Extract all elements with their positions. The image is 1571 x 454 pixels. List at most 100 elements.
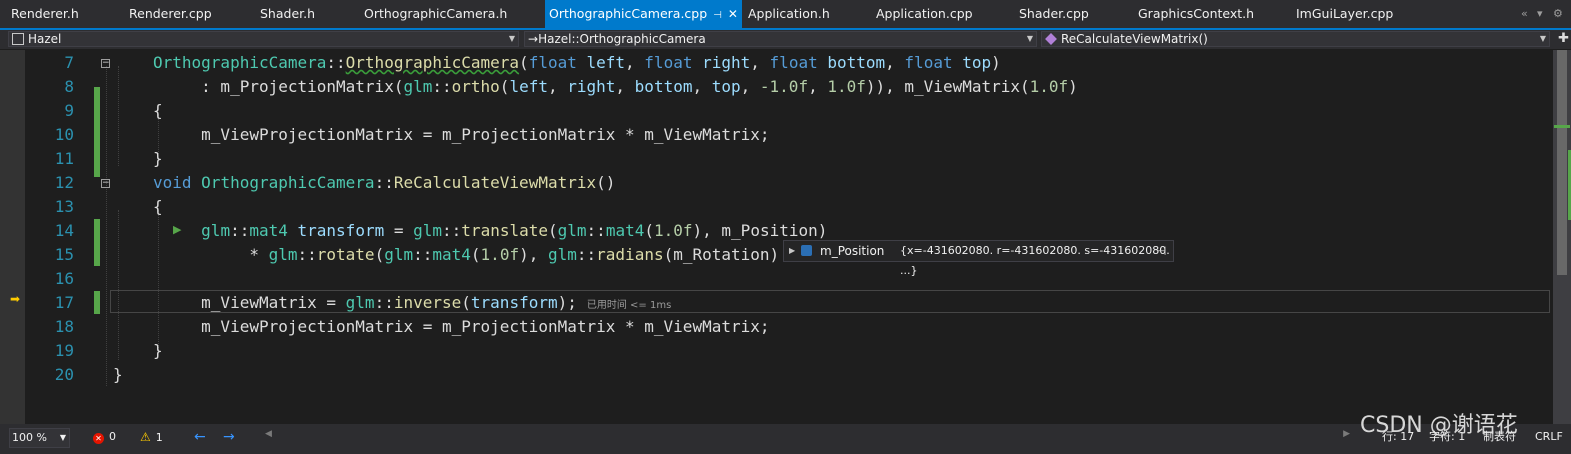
warnings-indicator[interactable]: ⚠ 1 xyxy=(140,428,163,446)
line-number: 17 xyxy=(54,293,74,312)
code-line-current: 17 m_ViewMatrix = glm::inverse(transform… xyxy=(0,291,1553,315)
navigate-back-button[interactable]: ← xyxy=(194,428,206,446)
tab-renderer-h[interactable]: Renderer.h xyxy=(11,0,79,28)
line-number: 20 xyxy=(54,365,74,384)
tab-label: GraphicsContext.h xyxy=(1138,6,1255,21)
code-line: 18 m_ViewProjectionMatrix = m_Projection… xyxy=(0,315,1553,339)
perf-tip[interactable]: 已用时间 <= 1ms xyxy=(587,300,671,311)
code-text: : m_ProjectionMatrix(glm::ortho(left, ri… xyxy=(153,77,1078,96)
tab-orthographiccamera-h[interactable]: OrthographicCamera.h xyxy=(364,0,507,28)
expand-icon[interactable]: ▶ xyxy=(789,241,795,261)
scroll-left-icon[interactable]: ◀ xyxy=(265,429,272,439)
line-number: 10 xyxy=(54,125,74,144)
error-count: 0 xyxy=(109,430,116,443)
scroll-tabs-left-icon[interactable]: « xyxy=(1521,0,1528,28)
scope-dropdown[interactable]: →Hazel::OrthographicCamera ▼ xyxy=(524,31,1037,47)
code-line: 14 ▶ glm::mat4 transform = glm::translat… xyxy=(0,219,1553,243)
line-number: 9 xyxy=(64,101,74,120)
line-number: 8 xyxy=(64,77,74,96)
line-number: 13 xyxy=(54,197,74,216)
code-line: 7 OrthographicCamera::OrthographicCamera… xyxy=(0,51,1553,75)
line-number: 12 xyxy=(54,173,74,192)
editor-status-bar: 100 % ▼ ✕ 0 ⚠ 1 ← → ◀ ▶ 行: 17 字符: 1 制表符 CRL… xyxy=(0,424,1571,454)
tab-application-h[interactable]: Application.h xyxy=(748,0,830,28)
scrollbar-thumb[interactable] xyxy=(1557,50,1567,275)
horizontal-scrollbar[interactable]: ◀ ▶ xyxy=(265,429,1350,443)
line-number: 14 xyxy=(54,221,74,240)
chevron-down-icon: ▼ xyxy=(59,433,66,442)
zoom-value: 100 % xyxy=(12,431,47,444)
line-number: 16 xyxy=(54,269,74,288)
chevron-down-icon: ▼ xyxy=(1026,34,1033,43)
line-number: 18 xyxy=(54,317,74,336)
member-name: ReCalculateViewMatrix() xyxy=(1061,32,1208,46)
code-line: 19 } xyxy=(0,339,1553,363)
code-line: 11 } xyxy=(0,147,1553,171)
settings-icon[interactable]: ⚙ xyxy=(1553,0,1563,28)
line-number: 15 xyxy=(54,245,74,264)
code-editor[interactable]: − − ➡ 7 OrthographicCamera::Orthographic… xyxy=(0,50,1571,424)
tab-label: OrthographicCamera.cpp xyxy=(549,6,708,21)
tab-label: Shader.h xyxy=(260,6,316,21)
tab-label: Shader.cpp xyxy=(1019,6,1089,21)
tab-shader-h[interactable]: Shader.h xyxy=(260,0,315,28)
tab-shader-cpp[interactable]: Shader.cpp xyxy=(1019,0,1089,28)
navigate-forward-button[interactable]: → xyxy=(223,428,235,446)
watermark: CSDN @谢语花 xyxy=(1360,413,1518,438)
code-line: 13 { xyxy=(0,195,1553,219)
code-line: 10 m_ViewProjectionMatrix = m_Projection… xyxy=(0,123,1553,147)
chevron-down-icon: ▼ xyxy=(1539,34,1546,43)
zoom-dropdown[interactable]: 100 % ▼ xyxy=(9,428,70,448)
tab-label: Application.cpp xyxy=(876,6,973,21)
tab-label: OrthographicCamera.h xyxy=(364,6,508,21)
error-icon: ✕ xyxy=(93,433,104,444)
code-text: m_ViewProjectionMatrix = m_ProjectionMat… xyxy=(153,317,770,336)
scroll-right-icon[interactable]: ▶ xyxy=(1343,429,1350,439)
split-editor-icon[interactable]: ✚ xyxy=(1558,31,1569,46)
datatip-name: m_Position xyxy=(820,244,885,258)
line-number: 7 xyxy=(64,53,74,72)
code-text: void OrthographicCamera::ReCalculateView… xyxy=(153,173,616,192)
datatip-value[interactable]: {x=-431602080. r=-431602080. s=-43160208… xyxy=(900,241,1173,281)
tab-imguilayer-cpp[interactable]: ImGuiLayer.cpp xyxy=(1296,0,1393,28)
code-line: 8 : m_ProjectionMatrix(glm::ortho(left, … xyxy=(0,75,1553,99)
member-dropdown[interactable]: ReCalculateViewMatrix() ▼ xyxy=(1041,31,1550,47)
code-text: } xyxy=(113,365,123,384)
code-line: 16 xyxy=(0,267,1553,291)
tab-list-dropdown-icon[interactable]: ▾ xyxy=(1537,0,1543,28)
vertical-scrollbar[interactable] xyxy=(1553,50,1571,424)
tab-label: ImGuiLayer.cpp xyxy=(1296,6,1394,21)
method-icon xyxy=(1045,33,1057,45)
warning-icon: ⚠ xyxy=(140,430,151,444)
code-line: 20 } xyxy=(0,363,1553,387)
code-text: * glm::rotate(glm::mat4(1.0f), glm::radi… xyxy=(153,245,780,264)
line-number: 11 xyxy=(54,149,74,168)
tab-label: Renderer.h xyxy=(11,6,79,21)
tab-label: Renderer.cpp xyxy=(129,6,212,21)
arrow-left-icon: ← xyxy=(194,429,206,445)
code-text: { xyxy=(153,197,163,216)
pin-icon[interactable]: ⊣ xyxy=(1156,241,1166,261)
tab-application-cpp[interactable]: Application.cpp xyxy=(876,0,973,28)
code-text: } xyxy=(153,149,163,168)
tab-renderer-cpp[interactable]: Renderer.cpp xyxy=(129,0,212,28)
code-line: 9 { xyxy=(0,99,1553,123)
change-marker xyxy=(1554,125,1570,128)
chevron-down-icon: ▼ xyxy=(508,34,515,43)
variable-icon xyxy=(801,245,812,256)
tab-graphicscontext-h[interactable]: GraphicsContext.h xyxy=(1138,0,1254,28)
close-icon[interactable]: ✕ xyxy=(728,7,738,21)
project-dropdown[interactable]: Hazel ▼ xyxy=(8,31,519,47)
code-text: } xyxy=(153,341,163,360)
scope-name: Hazel::OrthographicCamera xyxy=(538,32,706,46)
code-text: OrthographicCamera::OrthographicCamera(f… xyxy=(153,53,1001,72)
navigation-bar: Hazel ▼ →Hazel::OrthographicCamera ▼ ReC… xyxy=(0,30,1571,49)
line-ending-indicator[interactable]: CRLF xyxy=(1535,428,1563,446)
pin-icon[interactable]: ⊣ xyxy=(713,10,722,21)
errors-indicator[interactable]: ✕ 0 xyxy=(93,428,116,446)
tab-orthographiccamera-cpp[interactable]: OrthographicCamera.cpp ⊣ ✕ xyxy=(545,0,742,28)
code-text: m_ViewMatrix = glm::inverse(transform); 已… xyxy=(153,293,672,312)
project-icon xyxy=(12,33,24,45)
debugger-datatip[interactable]: ▶ m_Position {x=-431602080. r=-431602080… xyxy=(783,240,1174,277)
code-text: glm::mat4 transform = glm::translate(glm… xyxy=(201,221,828,240)
